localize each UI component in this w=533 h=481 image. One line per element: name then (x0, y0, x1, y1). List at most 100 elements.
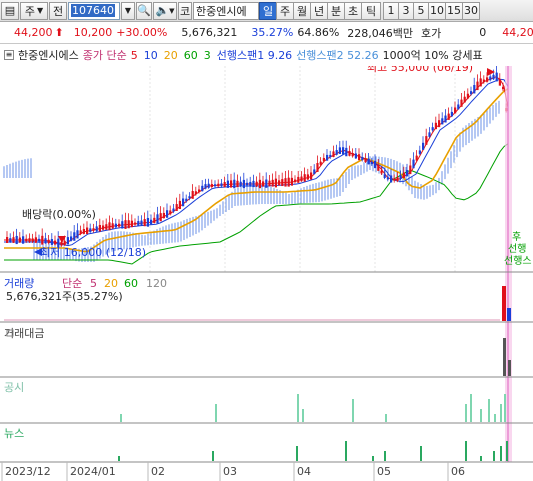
interval-15[interactable]: 15 (445, 1, 463, 20)
candle-body (246, 182, 249, 186)
toolbar: ▤ 주 ▼ 전 107640 ▼ 🔍 🔈 ▼ 코 한중엔시에 일 주 월 년 분 초… (0, 0, 533, 22)
candle-body (185, 198, 188, 201)
code-input[interactable]: 107640 (68, 1, 120, 20)
expand-icon[interactable]: ≡ (4, 50, 14, 60)
candle-body (498, 79, 501, 86)
tab-minute[interactable]: 분 (327, 1, 345, 20)
market-select[interactable]: 주 ▼ (20, 1, 48, 20)
candle-body (281, 179, 284, 187)
tab-second[interactable]: 초 (344, 1, 362, 20)
candle-body (358, 154, 361, 161)
up-arrow-icon: ⬆ (54, 26, 64, 39)
candle-body (255, 181, 258, 187)
candle-body (220, 183, 223, 187)
legend-ma-label[interactable]: 종가 단순 (83, 47, 127, 63)
menu-icon[interactable]: ▤ (1, 1, 19, 20)
tab-day[interactable]: 일 (259, 1, 277, 20)
search-icon[interactable]: 🔍 (136, 1, 152, 20)
interval-3[interactable]: 3 (398, 1, 414, 20)
interval-10[interactable]: 10 (428, 1, 446, 20)
interval-1[interactable]: 1 (383, 1, 399, 20)
candle-body (342, 147, 345, 155)
candle-body (79, 230, 82, 235)
legend-ma5: 5 (130, 48, 138, 62)
candle-body (156, 214, 159, 224)
notice-bar (385, 414, 387, 422)
news-bar (345, 441, 347, 461)
candle-body (134, 222, 137, 225)
candle-body (143, 219, 146, 227)
turnover-pct: 35.27% (251, 26, 294, 39)
candle-body (457, 104, 460, 110)
candle-body (230, 180, 233, 188)
candle-body (476, 81, 479, 91)
candle-body (284, 178, 287, 187)
candle-body (399, 175, 402, 179)
legend-span2[interactable]: 선행스팬2 52.26 (296, 47, 378, 63)
candle-body (194, 191, 197, 195)
interval-5[interactable]: 5 (413, 1, 429, 20)
candle-body (428, 132, 431, 137)
candle-body (9, 238, 12, 242)
candle-body (434, 122, 437, 130)
code-button[interactable]: 코 (178, 1, 192, 20)
candle-body (236, 180, 239, 188)
legend-stock-name[interactable]: 한중엔시에스 (18, 47, 79, 63)
tab-tick[interactable]: 틱 (361, 1, 381, 20)
code-dropdown-icon[interactable]: ▼ (121, 1, 135, 20)
candle-body (130, 220, 133, 228)
candle-body (412, 159, 415, 169)
candle-body (316, 162, 319, 172)
prev-button[interactable]: 전 (49, 1, 67, 20)
candle-body (463, 96, 466, 103)
tab-label: 분 (330, 4, 342, 18)
date-label: 04 (297, 465, 311, 478)
candle-body (489, 76, 492, 81)
period-tabs: 일 주 월 년 분 초 틱 1 3 5 10 15 30 (259, 1, 480, 20)
notice-bar (504, 394, 506, 422)
date-label: 06 (451, 465, 465, 478)
candle-body (486, 77, 489, 82)
candle-body (303, 174, 306, 182)
volume-ma120: 120 (146, 277, 167, 290)
news-title: 뉴스 (4, 427, 24, 440)
chart-area[interactable]: 최고 55,000 (06/19) 배당락(0.00%) 최저 16,000 (… (0, 66, 533, 481)
legend-ma60: 60 (183, 48, 198, 62)
quote-value: 0 (479, 26, 487, 39)
candle-body (95, 226, 98, 232)
candle-body (322, 157, 325, 162)
candle-body (300, 176, 303, 182)
candle-body (441, 118, 444, 125)
candle-body (386, 177, 389, 180)
legend-span1[interactable]: 선행스팬1 9.26 (217, 47, 292, 63)
candle-body (444, 115, 447, 123)
tab-label: 월 (296, 4, 308, 18)
candle-body (82, 229, 85, 234)
candle-body (204, 184, 207, 189)
candle-body (18, 237, 21, 243)
speaker-icon[interactable]: 🔈 ▼ (153, 1, 177, 20)
volume-title: 거래량 (4, 277, 34, 290)
candle-body (348, 150, 351, 156)
tab-month[interactable]: 월 (293, 1, 311, 20)
candle-body (66, 237, 69, 245)
interval-30[interactable]: 30 (462, 1, 480, 20)
right-label-2: 선행 (508, 243, 526, 255)
interval-label: 30 (464, 4, 478, 17)
notice-bar (500, 404, 502, 422)
candle-body (258, 179, 261, 189)
tab-week[interactable]: 주 (276, 1, 294, 20)
tab-year[interactable]: 년 (310, 1, 328, 20)
candle-body (271, 179, 274, 187)
candle-body (22, 236, 25, 244)
legend-extra[interactable]: 1000억 10% 강세표 (383, 47, 483, 63)
candle-body (31, 238, 34, 242)
candle-body (470, 91, 473, 95)
date-label: 02 (151, 465, 165, 478)
stock-name-field[interactable]: 한중엔시에 (193, 1, 259, 20)
candle-body (252, 180, 255, 188)
candle-body (345, 147, 348, 157)
volume-ma-label: 단순 (62, 277, 82, 290)
chevron-down-icon: ▼ (36, 6, 44, 15)
candle-body (108, 222, 111, 231)
